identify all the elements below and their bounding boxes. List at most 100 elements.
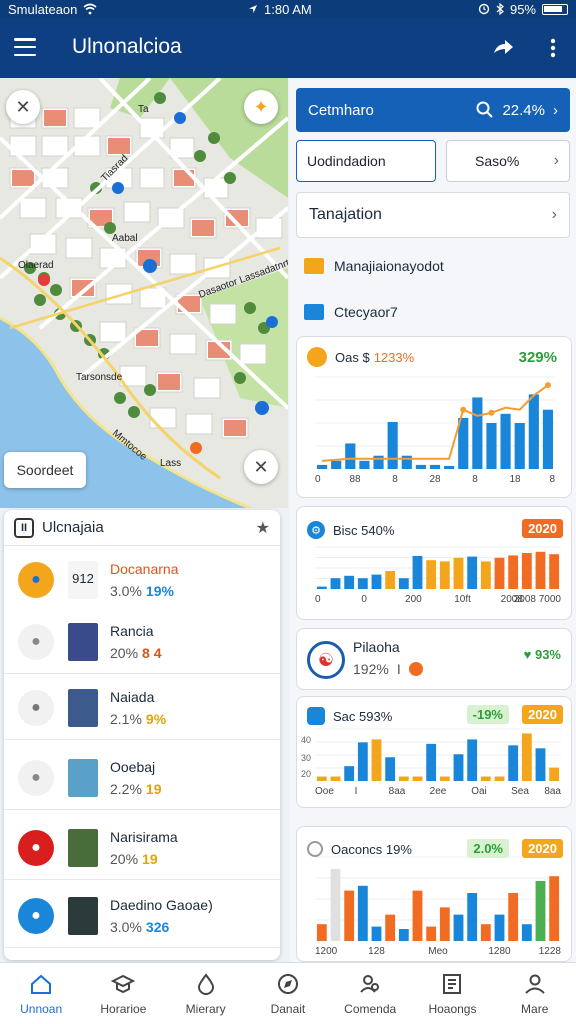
chart-bar[interactable] bbox=[330, 578, 341, 589]
chart-bar[interactable] bbox=[521, 733, 532, 781]
menu-item-category[interactable]: Ctecyaor7 bbox=[304, 300, 398, 324]
chart-bar[interactable] bbox=[535, 748, 546, 781]
chart-bar[interactable] bbox=[359, 460, 370, 469]
chart-card-3[interactable]: Sac 593% -19% 2020 Ooe I 8aa 2ee Oai Sea 8aa 40… bbox=[296, 696, 572, 808]
chart-bar[interactable] bbox=[429, 464, 441, 469]
nav-item[interactable]: Mare bbox=[494, 963, 576, 1024]
share-icon[interactable] bbox=[490, 36, 516, 60]
chart-bar[interactable] bbox=[412, 776, 423, 781]
chart-bar[interactable] bbox=[494, 557, 505, 589]
chart-bar[interactable] bbox=[453, 754, 464, 781]
nav-item[interactable]: Horarioe bbox=[82, 963, 164, 1024]
chart-bar[interactable] bbox=[521, 553, 532, 589]
chart-bar[interactable] bbox=[549, 876, 560, 941]
chart-card-2[interactable]: ⚙ Bisc 540% 2020 0 0 200 10ft 2008 2008 7000 bbox=[296, 506, 572, 620]
map-location-label[interactable]: Soordeet bbox=[4, 452, 86, 488]
chart-bar[interactable] bbox=[467, 739, 478, 781]
chart-bar[interactable] bbox=[467, 556, 478, 589]
map-canvas[interactable]: Olaerad Ta Tiasrad Aabal Dasaotor Lassad… bbox=[0, 78, 288, 508]
chart-bar[interactable] bbox=[480, 561, 491, 589]
chart-bar[interactable] bbox=[316, 776, 327, 781]
chart-bar[interactable] bbox=[494, 776, 505, 781]
nav-item[interactable]: Hoaongs bbox=[411, 963, 493, 1024]
chart-bar[interactable] bbox=[398, 776, 409, 781]
chart-bar[interactable] bbox=[398, 578, 409, 589]
chart-bar[interactable] bbox=[528, 394, 539, 469]
list-item[interactable]: ● Naiada 2.1% 9% bbox=[4, 676, 280, 740]
chart-bar[interactable] bbox=[387, 421, 398, 469]
list-item[interactable]: ● Ooebaj 2.2% 19 bbox=[4, 746, 280, 810]
chart-bar[interactable] bbox=[373, 455, 384, 469]
chart-bar[interactable] bbox=[371, 739, 382, 781]
chart-bar[interactable] bbox=[401, 455, 412, 469]
chart-point[interactable] bbox=[460, 406, 467, 413]
chart-card-1[interactable]: Oas $ 1233% 329% 0 88 8 28 8 18 8 bbox=[296, 336, 572, 498]
chart-bar[interactable] bbox=[467, 893, 478, 941]
chart-bar[interactable] bbox=[426, 743, 437, 781]
chart-bar[interactable] bbox=[344, 575, 355, 589]
chart-bar[interactable] bbox=[521, 924, 532, 941]
map-view[interactable]: Olaerad Ta Tiasrad Aabal Dasaotor Lassad… bbox=[0, 78, 288, 508]
chart-bar[interactable] bbox=[398, 929, 409, 941]
chart-bar[interactable] bbox=[357, 742, 368, 781]
chart-bar[interactable] bbox=[535, 881, 546, 941]
chart-bar[interactable] bbox=[316, 586, 327, 589]
unit-field[interactable]: Uodindadion bbox=[296, 140, 436, 182]
chart-bar[interactable] bbox=[508, 893, 519, 941]
chart-bar[interactable] bbox=[412, 556, 423, 589]
chart-bar[interactable] bbox=[453, 557, 464, 589]
chart-bar[interactable] bbox=[371, 926, 382, 941]
nav-item[interactable]: Mierary bbox=[165, 963, 247, 1024]
chart-bar[interactable] bbox=[344, 766, 355, 781]
chart-bar[interactable] bbox=[371, 574, 382, 589]
profile-card[interactable]: ☯ Pilaoha 192% I ♥ 93% bbox=[296, 628, 572, 690]
chart-bar[interactable] bbox=[426, 926, 437, 941]
nav-item[interactable]: Comenda bbox=[329, 963, 411, 1024]
chart-card-4[interactable]: Oaconcs 19% 2.0% 2020 1200 128 Meo 1280 1228 bbox=[296, 826, 572, 962]
chart-bar[interactable] bbox=[385, 757, 396, 781]
chart-bar[interactable] bbox=[385, 571, 396, 589]
chart-point[interactable] bbox=[488, 409, 495, 416]
menu-item-management[interactable]: Manajiaionayodot bbox=[304, 254, 444, 278]
star-icon[interactable]: ★ bbox=[256, 518, 270, 538]
chart-bar[interactable] bbox=[412, 890, 423, 941]
close-map-button[interactable]: ✕ bbox=[6, 90, 40, 124]
chart-bar[interactable] bbox=[514, 423, 525, 469]
chart-bar[interactable] bbox=[535, 551, 546, 589]
nav-item[interactable]: Unnoan bbox=[0, 963, 82, 1024]
chart-bar[interactable] bbox=[508, 555, 519, 589]
nav-item[interactable]: Danait bbox=[247, 963, 329, 1024]
more-vert-icon[interactable] bbox=[540, 36, 566, 60]
search-bar[interactable]: Cetmharo 22.4% › bbox=[296, 88, 570, 132]
chart-bar[interactable] bbox=[357, 578, 368, 589]
chart-bar[interactable] bbox=[439, 776, 450, 781]
dismiss-map-button[interactable]: ✕ bbox=[244, 450, 278, 484]
chart-bar[interactable] bbox=[439, 561, 450, 589]
chart-bar[interactable] bbox=[480, 776, 491, 781]
chart-bar[interactable] bbox=[486, 423, 497, 469]
chart-bar[interactable] bbox=[549, 767, 560, 781]
percent-field[interactable]: Saso% › bbox=[446, 140, 570, 182]
chart-bar[interactable] bbox=[494, 914, 505, 941]
chart-bar[interactable] bbox=[357, 885, 368, 941]
list-item[interactable]: ● Rancia 20% 8 4 bbox=[4, 610, 280, 674]
chart-bar[interactable] bbox=[330, 869, 341, 941]
chart-bar[interactable] bbox=[508, 745, 519, 781]
chart-bar[interactable] bbox=[385, 914, 396, 941]
chart-bar[interactable] bbox=[542, 409, 554, 469]
chart-bar[interactable] bbox=[444, 465, 455, 469]
list-item[interactable]: ● 912 Docanarna 3.0% 19% bbox=[4, 548, 280, 612]
chart-bar[interactable] bbox=[415, 464, 426, 469]
chart-bar[interactable] bbox=[316, 924, 327, 941]
list-item[interactable]: ● Daedino Gaoae) 3.0% 326 bbox=[4, 884, 280, 948]
chart-bar[interactable] bbox=[344, 890, 355, 941]
chart-bar[interactable] bbox=[331, 460, 342, 469]
transaction-select[interactable]: Tanajation › bbox=[296, 192, 570, 238]
chart-bar[interactable] bbox=[472, 397, 483, 469]
chart-bar[interactable] bbox=[500, 413, 511, 469]
chart-bar[interactable] bbox=[426, 560, 437, 589]
list-item[interactable]: ● Narisirama 20% 19 bbox=[4, 816, 280, 880]
chart-bar[interactable] bbox=[480, 924, 491, 941]
chart-bar[interactable] bbox=[453, 914, 464, 941]
menu-icon[interactable] bbox=[14, 38, 36, 56]
